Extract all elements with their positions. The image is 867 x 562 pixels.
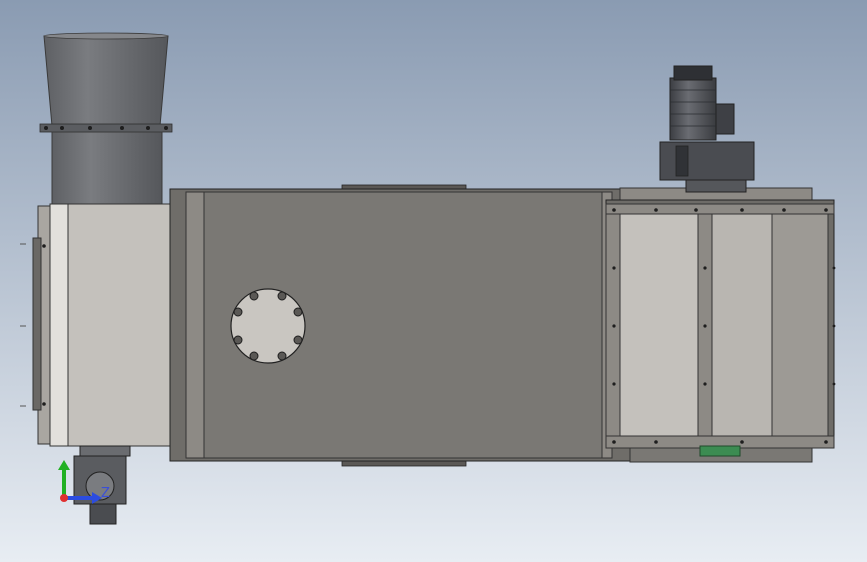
right-frame-section[interactable] <box>605 187 836 463</box>
cad-viewport[interactable]: Z <box>0 0 867 562</box>
z-axis-label: Z <box>101 486 110 501</box>
left-housing[interactable] <box>20 195 187 453</box>
inspection-flange[interactable] <box>230 288 306 364</box>
exhaust-stack[interactable] <box>39 32 173 205</box>
model-canvas: Z <box>0 0 867 562</box>
